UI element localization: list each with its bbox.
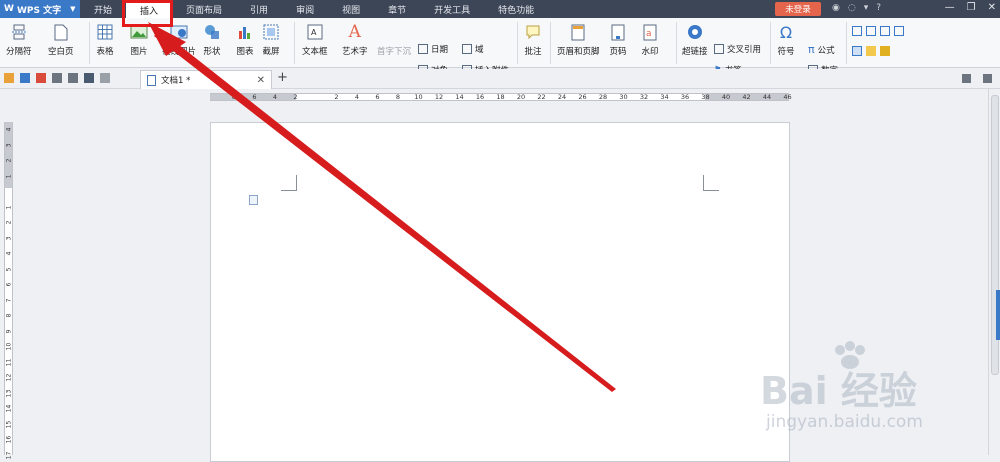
annotation-arrow (148, 22, 616, 392)
